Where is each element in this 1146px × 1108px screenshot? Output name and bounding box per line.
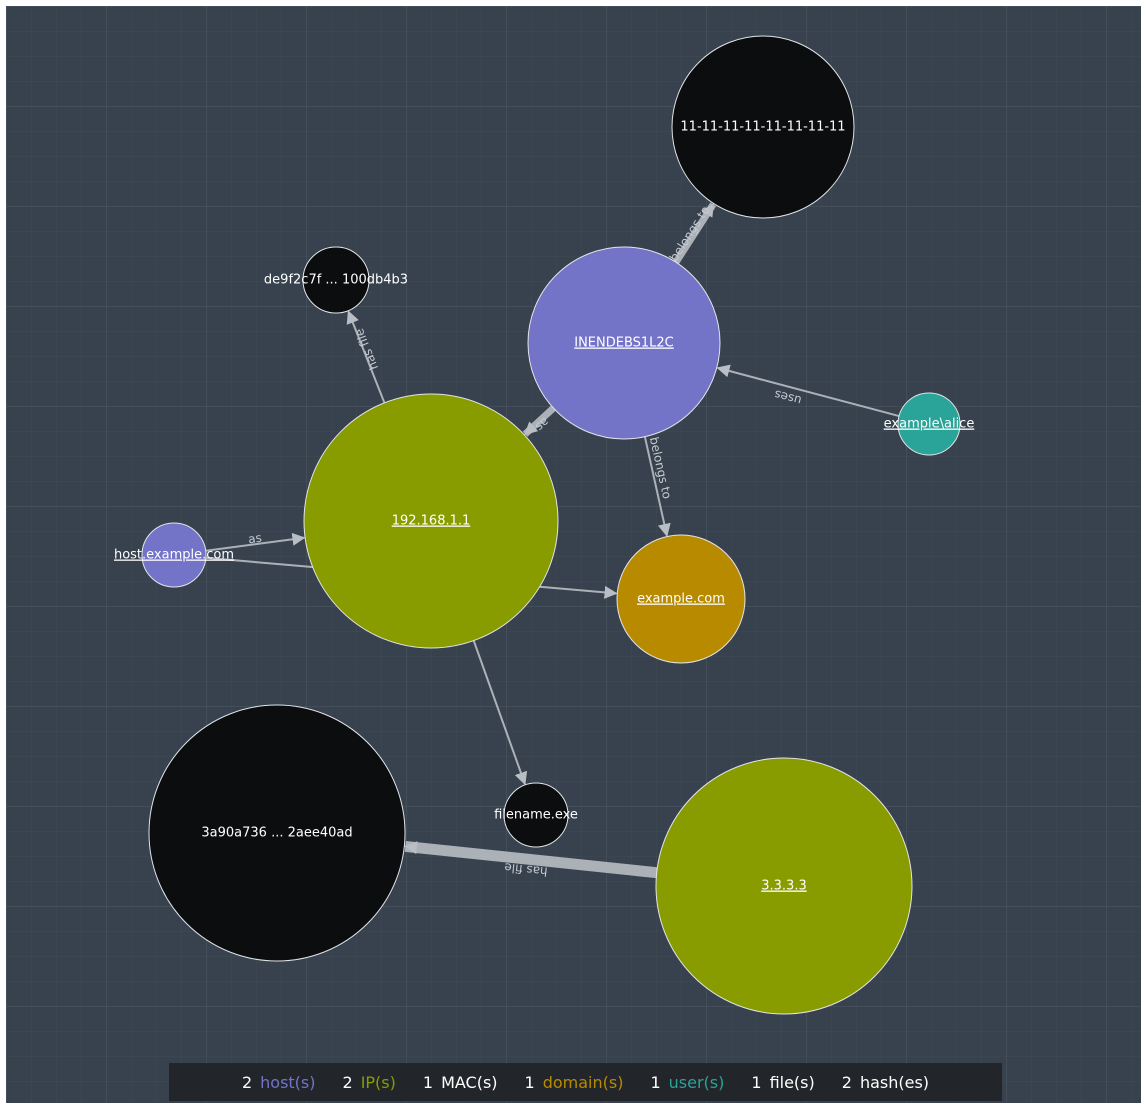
legend-count: 1 <box>422 1072 434 1092</box>
legend-count: 2 <box>241 1072 253 1092</box>
node-label: 11-11-11-11-11-11-11-11 <box>680 120 845 135</box>
legend-item-file[interactable]: 1 file(s) <box>751 1073 814 1092</box>
legend-item-user[interactable]: 1 user(s) <box>650 1073 724 1092</box>
legend-bar: 2 host(s) 2 IP(s) 1 MAC(s) 1 domain(s) 1 user… <box>169 1063 1002 1101</box>
node-label[interactable]: example.com <box>637 592 725 607</box>
node-host-host-example-com[interactable]: host.example.com <box>114 522 234 588</box>
legend-count: 2 <box>342 1072 353 1092</box>
node-user-example-alice[interactable]: example\alice <box>884 392 975 456</box>
legend-item-domain[interactable]: 1 domain(s) <box>525 1073 624 1092</box>
node-label: de9f2c7f ... 100db4b3 <box>264 273 408 288</box>
legend-count: 2 <box>841 1072 852 1092</box>
legend-count: 1 <box>751 1072 762 1092</box>
edge-label: as <box>533 415 552 435</box>
legend-label: host(s) <box>260 1072 316 1092</box>
edge-ip1-file1 <box>472 640 528 786</box>
legend-label: domain(s) <box>542 1072 624 1092</box>
node-label[interactable]: INENDEBS1L2C <box>574 336 674 351</box>
legend-item-ip[interactable]: 2 IP(s) <box>343 1073 396 1092</box>
node-label[interactable]: 3.3.3.3 <box>761 879 806 894</box>
edge-label: has file <box>352 326 381 371</box>
edge-user1-host1 <box>716 364 900 418</box>
legend-label: hash(es) <box>859 1072 930 1092</box>
graph-canvas[interactable]: belongs to as belongs to uses has file as has … <box>6 6 1141 1103</box>
node-label: 3a90a736 ... 2aee40ad <box>201 826 352 841</box>
legend-label: file(s) <box>769 1072 815 1092</box>
node-hash-de9f2c7f-100db4b3[interactable]: de9f2c7f ... 100db4b3 <box>264 246 408 314</box>
node-file-filename-exe[interactable]: filename.exe <box>494 782 578 848</box>
node-hash-3a90a736-2aee40ad[interactable]: 3a90a736 ... 2aee40ad <box>148 704 406 962</box>
node-label[interactable]: 192.168.1.1 <box>392 514 471 529</box>
legend-item-host[interactable]: 2 host(s) <box>242 1073 316 1092</box>
node-label: filename.exe <box>494 808 578 823</box>
legend-count: 1 <box>650 1072 661 1092</box>
node-domain-example-com[interactable]: example.com <box>616 534 746 664</box>
node-ip-192-168-1-1[interactable]: 192.168.1.1 <box>303 393 559 649</box>
node-label[interactable]: example\alice <box>884 417 975 432</box>
edge-label: as <box>247 531 262 547</box>
node-host-inendebs1l2c[interactable]: INENDEBS1L2C <box>527 246 721 440</box>
relationship-graph[interactable]: belongs toasbelongs touseshas fileashas … <box>6 6 1141 1103</box>
node-label[interactable]: host.example.com <box>114 548 234 563</box>
legend-label: user(s) <box>668 1072 725 1092</box>
legend-item-hash[interactable]: 2 hash(es) <box>842 1073 929 1092</box>
legend-count: 1 <box>524 1072 535 1092</box>
legend-label: MAC(s) <box>441 1072 498 1092</box>
legend-item-mac[interactable]: 1 MAC(s) <box>423 1073 498 1092</box>
node-ip-3-3-3-3[interactable]: 3.3.3.3 <box>655 757 913 1015</box>
node-mac-11-11-11-11-11-11-11-11[interactable]: 11-11-11-11-11-11-11-11 <box>671 35 855 219</box>
edge-label: belongs to <box>667 203 713 264</box>
legend-label: IP(s) <box>360 1072 396 1092</box>
